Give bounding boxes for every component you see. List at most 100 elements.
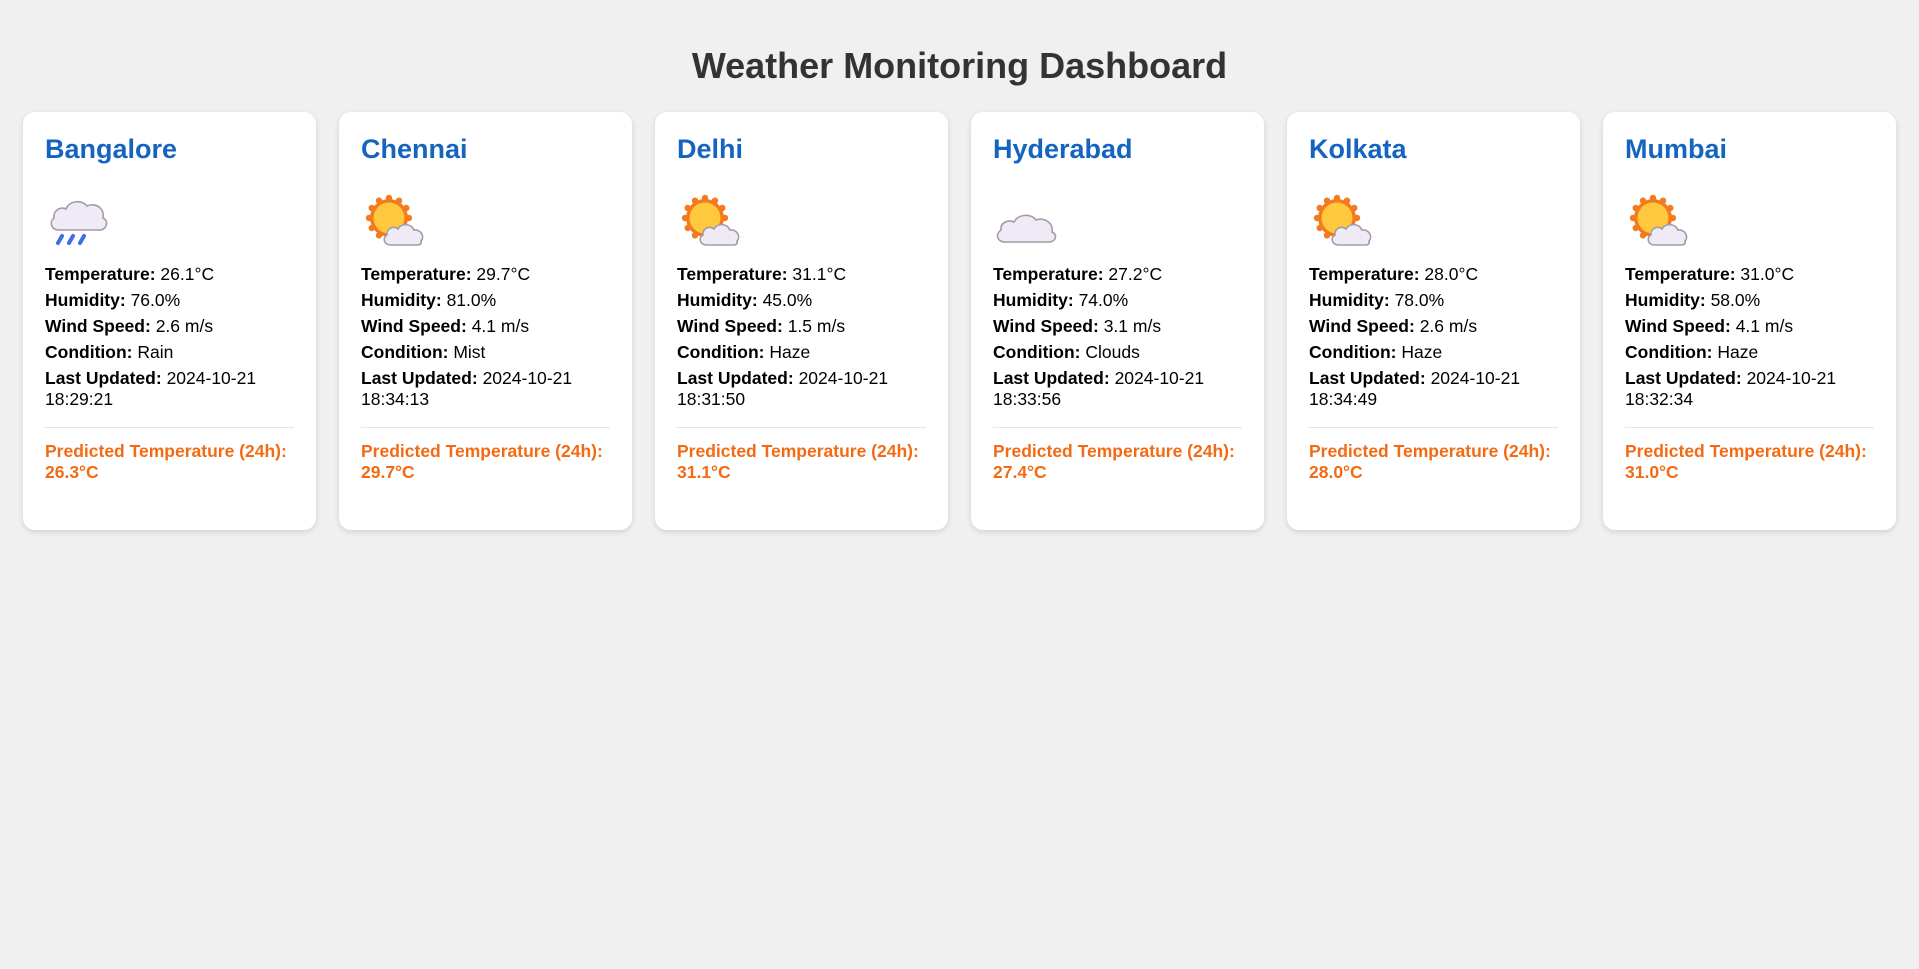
humidity-label: Humidity: — [993, 290, 1074, 310]
divider — [1625, 427, 1874, 428]
rain-cloud-icon — [45, 192, 113, 254]
sun-behind-cloud-icon — [677, 192, 745, 254]
city-name: Chennai — [361, 134, 468, 164]
temperature-value: 31.0°C — [1740, 264, 1795, 284]
sun-behind-cloud-icon — [361, 192, 429, 254]
city-name: Delhi — [677, 134, 744, 164]
prediction: Predicted Temperature (24h): 26.3°C — [45, 441, 294, 483]
wind-speed-value: 3.1 m/s — [1103, 316, 1162, 336]
prediction: Predicted Temperature (24h): 27.4°C — [993, 441, 1242, 483]
divider — [45, 427, 294, 428]
humidity-row: Humidity: 74.0% — [993, 290, 1242, 311]
temperature-value: 28.0°C — [1424, 264, 1479, 284]
temperature-value: 29.7°C — [476, 264, 531, 284]
condition-label: Condition: — [993, 342, 1081, 362]
city-card: Mumbai Temperature: 31.0°C Humidity: 58.0%… — [1603, 112, 1896, 530]
humidity-value: 81.0% — [446, 290, 497, 310]
wind-speed-label: Wind Speed: — [993, 316, 1099, 336]
last-updated-row: Last Updated: 2024-10-21 18:34:13 — [361, 368, 610, 410]
temperature-label: Temperature: — [993, 264, 1104, 284]
prediction: Predicted Temperature (24h): 28.0°C — [1309, 441, 1558, 483]
condition-label: Condition: — [1625, 342, 1713, 362]
condition-row: Condition: Clouds — [993, 342, 1242, 363]
condition-row: Condition: Rain — [45, 342, 294, 363]
last-updated-row: Last Updated: 2024-10-21 18:34:49 — [1309, 368, 1558, 410]
condition-row: Condition: Haze — [677, 342, 926, 363]
page-title: Weather Monitoring Dashboard — [691, 45, 1228, 86]
last-updated-row: Last Updated: 2024-10-21 18:32:34 — [1625, 368, 1874, 410]
wind-speed-label: Wind Speed: — [677, 316, 783, 336]
condition-label: Condition: — [361, 342, 449, 362]
last-updated-label: Last Updated: — [361, 368, 478, 388]
city-card: Kolkata Temperature: 28.0°C Humidity: 78.0… — [1287, 112, 1580, 530]
condition-value: Haze — [1717, 342, 1759, 362]
divider — [993, 427, 1242, 428]
wind-speed-value: 2.6 m/s — [1419, 316, 1478, 336]
temperature-row: Temperature: 31.1°C — [677, 264, 926, 285]
humidity-row: Humidity: 76.0% — [45, 290, 294, 311]
wind-speed-value: 2.6 m/s — [155, 316, 214, 336]
condition-label: Condition: — [677, 342, 765, 362]
wind-speed-row: Wind Speed: 2.6 m/s — [1309, 316, 1558, 337]
humidity-value: 45.0% — [762, 290, 813, 310]
wind-speed-row: Wind Speed: 4.1 m/s — [1625, 316, 1874, 337]
wind-speed-label: Wind Speed: — [1625, 316, 1731, 336]
weather-details: Temperature: 31.1°C Humidity: 45.0% Wind S… — [677, 264, 926, 410]
humidity-row: Humidity: 81.0% — [361, 290, 610, 311]
divider — [361, 427, 610, 428]
last-updated-row: Last Updated: 2024-10-21 18:33:56 — [993, 368, 1242, 410]
last-updated-label: Last Updated: — [993, 368, 1110, 388]
wind-speed-row: Wind Speed: 3.1 m/s — [993, 316, 1242, 337]
temperature-label: Temperature: — [45, 264, 156, 284]
last-updated-label: Last Updated: — [677, 368, 794, 388]
humidity-row: Humidity: 58.0% — [1625, 290, 1874, 311]
prediction: Predicted Temperature (24h): 31.0°C — [1625, 441, 1874, 483]
prediction-value: 31.0°C — [1625, 462, 1679, 482]
condition-row: Condition: Haze — [1625, 342, 1874, 363]
temperature-value: 27.2°C — [1108, 264, 1163, 284]
wind-speed-value: 1.5 m/s — [787, 316, 846, 336]
humidity-label: Humidity: — [1625, 290, 1706, 310]
humidity-row: Humidity: 45.0% — [677, 290, 926, 311]
condition-row: Condition: Haze — [1309, 342, 1558, 363]
temperature-row: Temperature: 29.7°C — [361, 264, 610, 285]
sun-behind-cloud-icon — [1309, 192, 1377, 254]
last-updated-label: Last Updated: — [45, 368, 162, 388]
condition-value: Haze — [769, 342, 811, 362]
city-name: Bangalore — [45, 134, 178, 164]
temperature-label: Temperature: — [677, 264, 788, 284]
divider — [677, 427, 926, 428]
city-card: Bangalore Temperature: 26.1°C Humidity: 76… — [23, 112, 316, 530]
last-updated-row: Last Updated: 2024-10-21 18:31:50 — [677, 368, 926, 410]
divider — [1309, 427, 1558, 428]
prediction-label: Predicted Temperature (24h): — [1625, 441, 1867, 461]
humidity-value: 74.0% — [1078, 290, 1129, 310]
weather-details: Temperature: 29.7°C Humidity: 81.0% Wind S… — [361, 264, 610, 410]
humidity-value: 58.0% — [1710, 290, 1761, 310]
condition-value: Clouds — [1085, 342, 1140, 362]
wind-speed-row: Wind Speed: 2.6 m/s — [45, 316, 294, 337]
condition-value: Rain — [137, 342, 174, 362]
wind-speed-row: Wind Speed: 1.5 m/s — [677, 316, 926, 337]
city-card: Delhi Temperature: 31.1°C Humidity: 45.0% W… — [655, 112, 948, 530]
prediction: Predicted Temperature (24h): 31.1°C — [677, 441, 926, 483]
condition-row: Condition: Mist — [361, 342, 610, 363]
wind-speed-row: Wind Speed: 4.1 m/s — [361, 316, 610, 337]
temperature-label: Temperature: — [361, 264, 472, 284]
prediction-label: Predicted Temperature (24h): — [361, 441, 603, 461]
humidity-value: 78.0% — [1394, 290, 1445, 310]
humidity-label: Humidity: — [677, 290, 758, 310]
condition-value: Mist — [453, 342, 486, 362]
temperature-row: Temperature: 26.1°C — [45, 264, 294, 285]
prediction-label: Predicted Temperature (24h): — [677, 441, 919, 461]
wind-speed-label: Wind Speed: — [1309, 316, 1415, 336]
sun-behind-cloud-icon — [1625, 192, 1693, 254]
prediction-value: 26.3°C — [45, 462, 99, 482]
wind-speed-value: 4.1 m/s — [1735, 316, 1794, 336]
humidity-label: Humidity: — [1309, 290, 1390, 310]
cloud-icon — [993, 192, 1061, 254]
prediction-value: 29.7°C — [361, 462, 415, 482]
prediction-value: 31.1°C — [677, 462, 731, 482]
temperature-row: Temperature: 31.0°C — [1625, 264, 1874, 285]
temperature-value: 26.1°C — [160, 264, 215, 284]
